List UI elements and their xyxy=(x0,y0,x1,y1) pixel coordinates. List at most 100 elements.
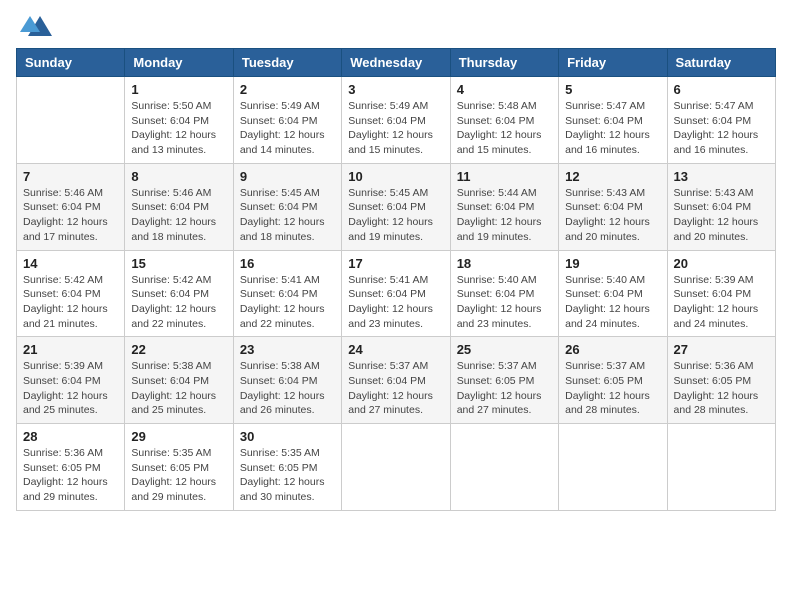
calendar-cell: 29 Sunrise: 5:35 AM Sunset: 6:05 PM Dayli… xyxy=(125,424,233,511)
day-number: 8 xyxy=(131,169,226,184)
calendar-cell: 23 Sunrise: 5:38 AM Sunset: 6:04 PM Dayli… xyxy=(233,337,341,424)
day-info: Sunrise: 5:41 AM Sunset: 6:04 PM Dayligh… xyxy=(348,273,443,332)
calendar-week-1: 1 Sunrise: 5:50 AM Sunset: 6:04 PM Daylig… xyxy=(17,77,776,164)
weekday-header-monday: Monday xyxy=(125,49,233,77)
calendar-cell: 2 Sunrise: 5:49 AM Sunset: 6:04 PM Daylig… xyxy=(233,77,341,164)
day-number: 25 xyxy=(457,342,552,357)
calendar-cell: 20 Sunrise: 5:39 AM Sunset: 6:04 PM Dayli… xyxy=(667,250,775,337)
calendar-cell: 22 Sunrise: 5:38 AM Sunset: 6:04 PM Dayli… xyxy=(125,337,233,424)
day-number: 13 xyxy=(674,169,769,184)
weekday-header-friday: Friday xyxy=(559,49,667,77)
logo xyxy=(16,16,52,40)
day-info: Sunrise: 5:40 AM Sunset: 6:04 PM Dayligh… xyxy=(565,273,660,332)
calendar-cell: 26 Sunrise: 5:37 AM Sunset: 6:05 PM Dayli… xyxy=(559,337,667,424)
calendar-week-2: 7 Sunrise: 5:46 AM Sunset: 6:04 PM Daylig… xyxy=(17,163,776,250)
day-info: Sunrise: 5:41 AM Sunset: 6:04 PM Dayligh… xyxy=(240,273,335,332)
day-info: Sunrise: 5:49 AM Sunset: 6:04 PM Dayligh… xyxy=(348,99,443,158)
day-info: Sunrise: 5:38 AM Sunset: 6:04 PM Dayligh… xyxy=(131,359,226,418)
day-info: Sunrise: 5:37 AM Sunset: 6:04 PM Dayligh… xyxy=(348,359,443,418)
day-info: Sunrise: 5:40 AM Sunset: 6:04 PM Dayligh… xyxy=(457,273,552,332)
day-number: 3 xyxy=(348,82,443,97)
calendar-cell: 15 Sunrise: 5:42 AM Sunset: 6:04 PM Dayli… xyxy=(125,250,233,337)
day-number: 30 xyxy=(240,429,335,444)
calendar-cell: 18 Sunrise: 5:40 AM Sunset: 6:04 PM Dayli… xyxy=(450,250,558,337)
day-info: Sunrise: 5:47 AM Sunset: 6:04 PM Dayligh… xyxy=(674,99,769,158)
calendar-cell: 3 Sunrise: 5:49 AM Sunset: 6:04 PM Daylig… xyxy=(342,77,450,164)
day-number: 7 xyxy=(23,169,118,184)
day-number: 14 xyxy=(23,256,118,271)
calendar-week-3: 14 Sunrise: 5:42 AM Sunset: 6:04 PM Dayli… xyxy=(17,250,776,337)
day-info: Sunrise: 5:50 AM Sunset: 6:04 PM Dayligh… xyxy=(131,99,226,158)
day-info: Sunrise: 5:48 AM Sunset: 6:04 PM Dayligh… xyxy=(457,99,552,158)
day-number: 20 xyxy=(674,256,769,271)
calendar-cell: 9 Sunrise: 5:45 AM Sunset: 6:04 PM Daylig… xyxy=(233,163,341,250)
day-number: 28 xyxy=(23,429,118,444)
calendar-cell xyxy=(667,424,775,511)
calendar-cell xyxy=(17,77,125,164)
day-info: Sunrise: 5:39 AM Sunset: 6:04 PM Dayligh… xyxy=(674,273,769,332)
weekday-header-wednesday: Wednesday xyxy=(342,49,450,77)
calendar-cell: 13 Sunrise: 5:43 AM Sunset: 6:04 PM Dayli… xyxy=(667,163,775,250)
day-number: 9 xyxy=(240,169,335,184)
day-number: 10 xyxy=(348,169,443,184)
day-number: 26 xyxy=(565,342,660,357)
logo-icon xyxy=(20,12,52,40)
calendar-cell: 12 Sunrise: 5:43 AM Sunset: 6:04 PM Dayli… xyxy=(559,163,667,250)
calendar-cell: 30 Sunrise: 5:35 AM Sunset: 6:05 PM Dayli… xyxy=(233,424,341,511)
calendar-cell xyxy=(559,424,667,511)
calendar-week-4: 21 Sunrise: 5:39 AM Sunset: 6:04 PM Dayli… xyxy=(17,337,776,424)
day-number: 15 xyxy=(131,256,226,271)
day-info: Sunrise: 5:36 AM Sunset: 6:05 PM Dayligh… xyxy=(23,446,118,505)
day-info: Sunrise: 5:42 AM Sunset: 6:04 PM Dayligh… xyxy=(23,273,118,332)
day-info: Sunrise: 5:49 AM Sunset: 6:04 PM Dayligh… xyxy=(240,99,335,158)
calendar-cell: 19 Sunrise: 5:40 AM Sunset: 6:04 PM Dayli… xyxy=(559,250,667,337)
weekday-header-tuesday: Tuesday xyxy=(233,49,341,77)
day-info: Sunrise: 5:39 AM Sunset: 6:04 PM Dayligh… xyxy=(23,359,118,418)
calendar-cell: 24Sunrise: 5:37 AM Sunset: 6:04 PM Dayli… xyxy=(342,337,450,424)
day-info: Sunrise: 5:43 AM Sunset: 6:04 PM Dayligh… xyxy=(674,186,769,245)
day-info: Sunrise: 5:42 AM Sunset: 6:04 PM Dayligh… xyxy=(131,273,226,332)
day-info: Sunrise: 5:47 AM Sunset: 6:04 PM Dayligh… xyxy=(565,99,660,158)
day-info: Sunrise: 5:43 AM Sunset: 6:04 PM Dayligh… xyxy=(565,186,660,245)
weekday-header-saturday: Saturday xyxy=(667,49,775,77)
day-number: 22 xyxy=(131,342,226,357)
day-number: 5 xyxy=(565,82,660,97)
day-info: Sunrise: 5:37 AM Sunset: 6:05 PM Dayligh… xyxy=(565,359,660,418)
day-number: 6 xyxy=(674,82,769,97)
day-number: 1 xyxy=(131,82,226,97)
calendar-cell: 4Sunrise: 5:48 AM Sunset: 6:04 PM Daylig… xyxy=(450,77,558,164)
day-info: Sunrise: 5:37 AM Sunset: 6:05 PM Dayligh… xyxy=(457,359,552,418)
day-number: 12 xyxy=(565,169,660,184)
calendar-cell: 27Sunrise: 5:36 AM Sunset: 6:05 PM Dayli… xyxy=(667,337,775,424)
day-number: 18 xyxy=(457,256,552,271)
day-info: Sunrise: 5:44 AM Sunset: 6:04 PM Dayligh… xyxy=(457,186,552,245)
day-info: Sunrise: 5:36 AM Sunset: 6:05 PM Dayligh… xyxy=(674,359,769,418)
day-info: Sunrise: 5:46 AM Sunset: 6:04 PM Dayligh… xyxy=(23,186,118,245)
calendar-cell: 5 Sunrise: 5:47 AM Sunset: 6:04 PM Daylig… xyxy=(559,77,667,164)
calendar-cell: 7 Sunrise: 5:46 AM Sunset: 6:04 PM Daylig… xyxy=(17,163,125,250)
calendar-cell: 6 Sunrise: 5:47 AM Sunset: 6:04 PM Daylig… xyxy=(667,77,775,164)
day-number: 2 xyxy=(240,82,335,97)
day-number: 23 xyxy=(240,342,335,357)
calendar-cell: 28 Sunrise: 5:36 AM Sunset: 6:05 PM Dayli… xyxy=(17,424,125,511)
calendar-cell: 1 Sunrise: 5:50 AM Sunset: 6:04 PM Daylig… xyxy=(125,77,233,164)
calendar-cell: 16 Sunrise: 5:41 AM Sunset: 6:04 PM Dayli… xyxy=(233,250,341,337)
calendar-cell: 11 Sunrise: 5:44 AM Sunset: 6:04 PM Dayli… xyxy=(450,163,558,250)
calendar-header-row: SundayMondayTuesdayWednesdayThursdayFrid… xyxy=(17,49,776,77)
calendar-week-5: 28 Sunrise: 5:36 AM Sunset: 6:05 PM Dayli… xyxy=(17,424,776,511)
day-number: 21 xyxy=(23,342,118,357)
day-info: Sunrise: 5:38 AM Sunset: 6:04 PM Dayligh… xyxy=(240,359,335,418)
day-info: Sunrise: 5:35 AM Sunset: 6:05 PM Dayligh… xyxy=(240,446,335,505)
day-number: 19 xyxy=(565,256,660,271)
calendar-table: SundayMondayTuesdayWednesdayThursdayFrid… xyxy=(16,48,776,511)
day-number: 11 xyxy=(457,169,552,184)
day-info: Sunrise: 5:35 AM Sunset: 6:05 PM Dayligh… xyxy=(131,446,226,505)
calendar-cell: 21 Sunrise: 5:39 AM Sunset: 6:04 PM Dayli… xyxy=(17,337,125,424)
day-number: 29 xyxy=(131,429,226,444)
weekday-header-thursday: Thursday xyxy=(450,49,558,77)
calendar-cell xyxy=(342,424,450,511)
day-info: Sunrise: 5:46 AM Sunset: 6:04 PM Dayligh… xyxy=(131,186,226,245)
day-number: 16 xyxy=(240,256,335,271)
day-info: Sunrise: 5:45 AM Sunset: 6:04 PM Dayligh… xyxy=(240,186,335,245)
day-info: Sunrise: 5:45 AM Sunset: 6:04 PM Dayligh… xyxy=(348,186,443,245)
